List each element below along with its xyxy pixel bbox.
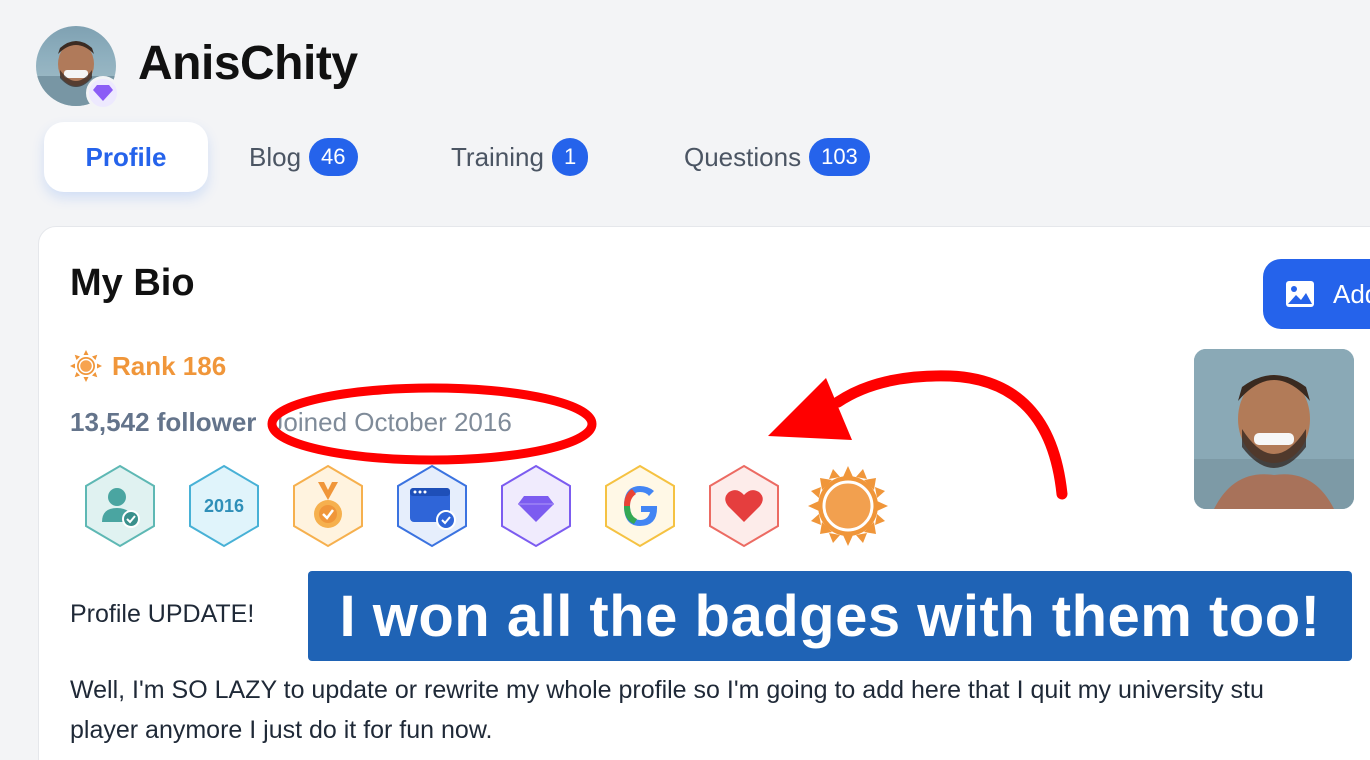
tab-count-badge: 1: [551, 138, 589, 176]
tab-questions[interactable]: Questions 103: [684, 122, 870, 192]
tab-label: Questions: [684, 141, 802, 172]
sun-badge-icon[interactable]: [806, 464, 890, 548]
tab-count-badge: 103: [809, 138, 870, 176]
banner-text: I won all the badges with them too!: [339, 583, 1321, 649]
heart-badge-icon[interactable]: [708, 464, 780, 548]
profile-photo[interactable]: [1194, 349, 1354, 509]
tab-label: Profile: [85, 141, 167, 172]
year-2016-badge-icon[interactable]: 2016: [188, 464, 260, 548]
tab-count-badge: 46: [309, 138, 358, 176]
diamond-badge-icon[interactable]: [500, 464, 572, 548]
tab-profile[interactable]: Profile: [44, 122, 208, 192]
profile-page: AnisChity Profile Blog 46 Training 1 Que…: [0, 0, 1370, 760]
tab-training[interactable]: Training 1: [451, 122, 589, 192]
bio-title: My Bio: [70, 262, 195, 304]
followers-count[interactable]: 13,542 follower: [70, 407, 256, 437]
badge-year-text: 2016: [204, 496, 244, 516]
bio-paragraph: Well, I'm SO LAZY to update or rewrite m…: [70, 670, 1370, 750]
google-badge-icon[interactable]: [604, 464, 676, 548]
image-icon: [1286, 281, 1314, 307]
profile-stats: 13,542 follower Joined October 2016: [70, 407, 512, 438]
tab-blog[interactable]: Blog 46: [249, 122, 358, 192]
browser-check-badge-icon[interactable]: [396, 464, 468, 548]
verified-user-badge-icon[interactable]: [84, 464, 156, 548]
joined-date: Joined October 2016: [270, 407, 512, 437]
add-image-button[interactable]: Add: [1263, 259, 1370, 329]
bio-paragraph-line: Well, I'm SO LAZY to update or rewrite m…: [70, 676, 1264, 704]
bio-heading-text: Profile UPDATE!: [70, 600, 255, 628]
portrait-photo-icon: [1194, 349, 1354, 509]
add-button-label: Add: [1333, 278, 1370, 309]
bio-paragraph-line: player anymore I just do it for fun now.: [70, 716, 493, 744]
username: AnisChity: [138, 37, 358, 90]
user-avatar[interactable]: [36, 26, 120, 110]
sun-icon: [70, 350, 102, 382]
tab-label: Blog: [249, 141, 302, 172]
diamond-icon: [86, 76, 120, 110]
tab-label: Training: [451, 141, 544, 172]
rank: Rank 186: [70, 350, 226, 382]
overlay-banner: I won all the badges with them too!: [308, 571, 1352, 661]
badges-row: 2016: [84, 464, 890, 548]
medal-badge-icon[interactable]: [292, 464, 364, 548]
rank-label: Rank 186: [112, 350, 227, 381]
